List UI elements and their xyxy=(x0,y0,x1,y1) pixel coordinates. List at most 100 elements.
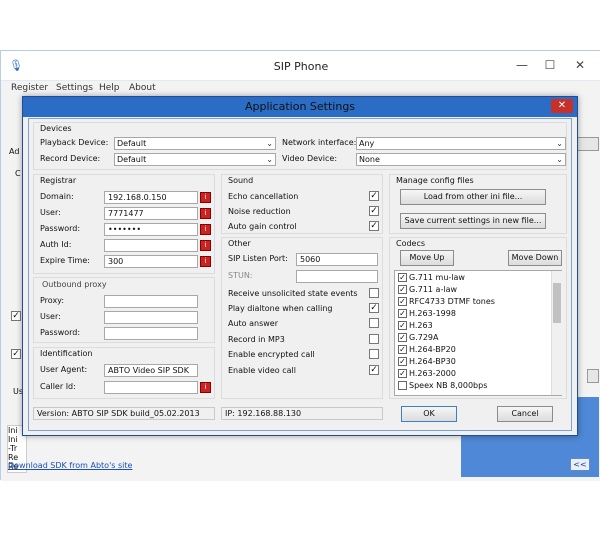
password-input[interactable]: ••••••• xyxy=(104,223,198,236)
video-call-checkbox[interactable]: ✓ xyxy=(369,365,379,375)
settings-dialog: Application Settings ✕ Devices Playback … xyxy=(22,96,578,436)
agc-checkbox[interactable]: ✓ xyxy=(369,221,379,231)
menu-about[interactable]: About xyxy=(129,83,156,93)
proxy-user-input[interactable] xyxy=(104,311,198,324)
chevron-down-icon: ⌄ xyxy=(556,139,563,148)
stun-label: STUN: xyxy=(228,271,253,280)
other-option-label: Auto answer xyxy=(228,319,279,328)
left-fragment: C xyxy=(15,169,21,178)
codec-item[interactable]: ✓ H.263 xyxy=(396,320,550,332)
ok-button[interactable]: OK xyxy=(401,406,457,422)
move-down-button[interactable]: Move Down xyxy=(508,250,562,266)
menu-bar: Register Settings Help About xyxy=(1,81,600,97)
user-agent-label: User Agent: xyxy=(40,365,88,374)
other-option-label: Receive unsolicited state events xyxy=(228,289,358,298)
info-icon[interactable]: i xyxy=(200,224,211,235)
expire-input[interactable]: 300 xyxy=(104,255,198,268)
left-fragment: Ad xyxy=(9,147,20,156)
proxy-label: Proxy: xyxy=(40,296,65,305)
close-button[interactable]: ✕ xyxy=(567,56,593,74)
dialog-title-bar: Application Settings ✕ xyxy=(23,97,577,117)
chevron-down-icon: ⌄ xyxy=(266,139,273,148)
codec-item[interactable]: ✓ H.264-BP20 xyxy=(396,344,550,356)
user-label: User: xyxy=(40,208,61,217)
other-option-label: Play dialtone when calling xyxy=(228,304,333,313)
info-icon[interactable]: i xyxy=(200,208,211,219)
left-checkbox[interactable]: ✓ xyxy=(11,311,21,321)
record-select[interactable]: Default ⌄ xyxy=(114,153,276,166)
user-input[interactable]: 7771477 xyxy=(104,207,198,220)
codec-item[interactable]: Speex NB 8,000bps xyxy=(396,380,550,392)
echo-cancel-label: Echo cancellation xyxy=(228,192,299,201)
config-files-group: Manage config files Load from other ini … xyxy=(389,174,567,234)
proxy-input[interactable] xyxy=(104,295,198,308)
noise-reduction-checkbox[interactable]: ✓ xyxy=(369,206,379,216)
domain-input[interactable]: 192.168.0.150 xyxy=(104,191,198,204)
proxy-user-label: User: xyxy=(40,312,61,321)
stun-input[interactable] xyxy=(296,270,378,283)
dialog-body: Devices Playback Device: Default ⌄ Record… xyxy=(28,118,572,431)
version-label: Version: ABTO SIP SDK build_05.02.2013 xyxy=(33,407,215,420)
codec-item[interactable]: ✓ G.711 mu-law xyxy=(396,272,550,284)
encrypted-call-checkbox[interactable] xyxy=(369,349,379,359)
codec-item[interactable]: ✓ G.729A xyxy=(396,332,550,344)
codec-rows: ✓ G.711 mu-law ✓ G.711 a-law ✓ RFC4733 DTMF… xyxy=(396,272,550,392)
collapse-button[interactable]: << xyxy=(570,458,590,471)
other-option-label: Enable video call xyxy=(228,366,296,375)
group-label: Sound xyxy=(228,176,254,185)
info-icon[interactable]: i xyxy=(200,382,211,393)
codecs-group: Codecs Move Up Move Down ✓ G.711 mu-law ✓… xyxy=(389,237,567,399)
minimize-button[interactable]: — xyxy=(509,56,535,74)
group-label: Identification xyxy=(40,349,93,358)
auto-answer-checkbox[interactable] xyxy=(369,318,379,328)
codec-item[interactable]: ✓ H.264-BP30 xyxy=(396,356,550,368)
codec-item[interactable]: ✓ H.263-1998 xyxy=(396,308,550,320)
chevron-down-icon: ⌄ xyxy=(266,155,273,164)
info-icon[interactable]: i xyxy=(200,256,211,267)
info-icon[interactable]: i xyxy=(200,192,211,203)
cancel-button[interactable]: Cancel xyxy=(497,406,553,422)
video-select[interactable]: None ⌄ xyxy=(356,153,566,166)
other-option-label: Record in MP3 xyxy=(228,335,285,344)
menu-register[interactable]: Register xyxy=(11,83,48,93)
download-sdk-link[interactable]: Download SDK from Abto's site xyxy=(8,461,132,470)
expire-label: Expire Time: xyxy=(40,256,90,265)
group-label: Other xyxy=(228,239,251,248)
caller-id-input[interactable] xyxy=(104,381,198,394)
right-button[interactable] xyxy=(577,137,599,151)
load-ini-button[interactable]: Load from other ini file... xyxy=(400,189,546,205)
group-label: Devices xyxy=(40,124,72,133)
password-label: Password: xyxy=(40,224,81,233)
save-ini-button[interactable]: Save current settings in new file... xyxy=(400,213,546,229)
codec-item[interactable]: ✓ RFC4733 DTMF tones xyxy=(396,296,550,308)
left-checkbox[interactable]: ✓ xyxy=(11,349,21,359)
codecs-list[interactable]: ✓ G.711 mu-law ✓ G.711 a-law ✓ RFC4733 DTMF… xyxy=(394,270,562,396)
dialog-close-button[interactable]: ✕ xyxy=(551,99,573,113)
menu-help[interactable]: Help xyxy=(99,83,120,93)
scrollbar[interactable] xyxy=(551,271,562,395)
playback-select[interactable]: Default ⌄ xyxy=(114,137,276,150)
menu-settings[interactable]: Settings xyxy=(56,83,93,93)
codec-item[interactable]: ✓ H.263-2000 xyxy=(396,368,550,380)
codec-item[interactable]: ✓ G.711 a-law xyxy=(396,284,550,296)
user-agent-input[interactable]: ABTO Video SIP SDK xyxy=(104,364,198,377)
dialog-title: Application Settings xyxy=(244,100,356,113)
other-group: Other SIP Listen Port: 5060 STUN: Receiv… xyxy=(221,237,383,399)
right-button[interactable] xyxy=(587,369,599,383)
proxy-password-label: Password: xyxy=(40,328,81,337)
echo-cancel-checkbox[interactable]: ✓ xyxy=(369,191,379,201)
sip-port-input[interactable]: 5060 xyxy=(296,253,378,266)
move-up-button[interactable]: Move Up xyxy=(400,250,454,266)
unsolicited-events-checkbox[interactable] xyxy=(369,288,379,298)
authid-input[interactable] xyxy=(104,239,198,252)
authid-label: Auth Id: xyxy=(40,240,72,249)
proxy-password-input[interactable] xyxy=(104,327,198,340)
devices-group: Devices Playback Device: Default ⌄ Record… xyxy=(33,122,567,170)
other-option-label: Enable encrypted call xyxy=(228,350,315,359)
sip-port-label: SIP Listen Port: xyxy=(228,254,288,263)
record-mp3-checkbox[interactable] xyxy=(369,334,379,344)
network-select[interactable]: Any ⌄ xyxy=(356,137,566,150)
maximize-button[interactable]: ☐ xyxy=(537,56,563,74)
info-icon[interactable]: i xyxy=(200,240,211,251)
dialtone-checkbox[interactable]: ✓ xyxy=(369,303,379,313)
